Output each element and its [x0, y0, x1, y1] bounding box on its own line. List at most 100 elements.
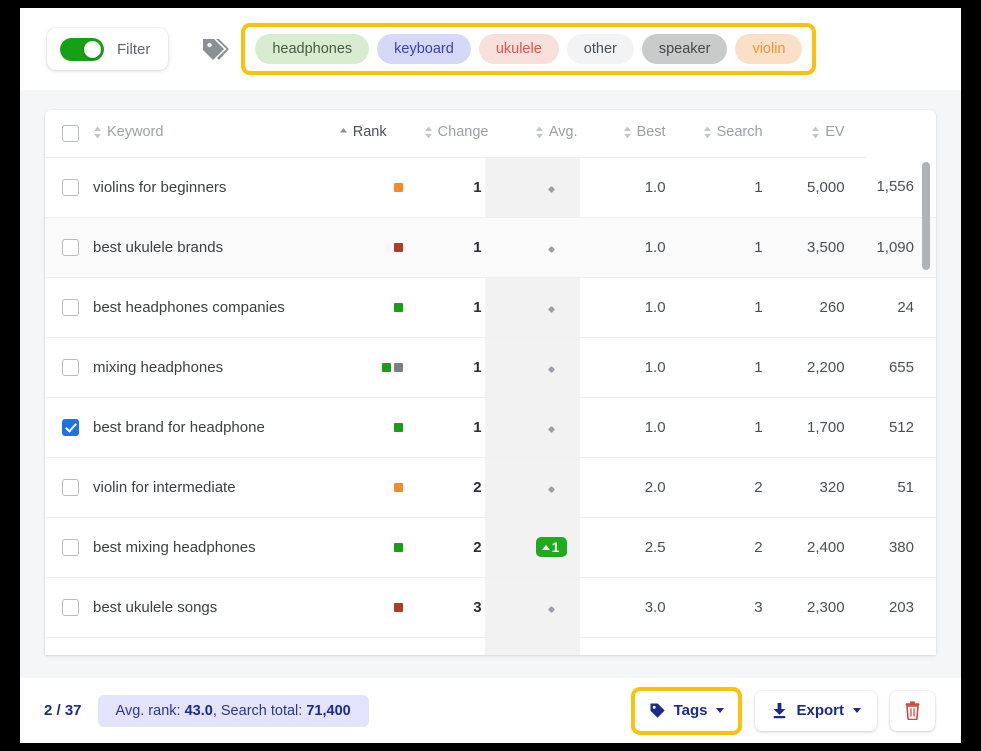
row-best: 2 — [688, 517, 785, 577]
select-all-checkbox[interactable] — [62, 125, 79, 142]
row-checkbox[interactable] — [62, 299, 79, 316]
footer-actions: Tags Export — [631, 687, 935, 735]
row-avg: 1.0 — [600, 157, 688, 217]
row-search: 1,700 — [785, 397, 867, 457]
sort-both-icon — [424, 126, 433, 139]
stats-separator: , — [213, 703, 217, 719]
row-search: 2,300 — [785, 577, 867, 637]
row-select-cell[interactable] — [45, 397, 93, 457]
row-keyword: best ukulele songs — [93, 577, 317, 637]
change-none-dot — [548, 305, 555, 312]
tag-pill-label: keyboard — [394, 41, 454, 57]
tag-pill-speaker[interactable]: speaker — [642, 34, 728, 64]
tag-color-swatch — [394, 483, 403, 492]
row-tag-swatches — [317, 577, 409, 637]
sort-both-icon — [535, 126, 544, 139]
tag-filter-pills: headphones keyboard ukulele other speake… — [241, 23, 816, 75]
header-change[interactable]: Change — [409, 110, 504, 157]
header-select-all[interactable] — [45, 110, 93, 157]
header-avg[interactable]: Avg. — [504, 110, 600, 157]
tag-color-swatch — [394, 543, 403, 552]
table-row[interactable]: best ukulele brands11.013,5001,090 — [45, 217, 936, 277]
header-rank[interactable]: Rank — [317, 110, 409, 157]
row-checkbox[interactable] — [62, 359, 79, 376]
row-avg: 1.0 — [600, 277, 688, 337]
change-none-dot — [548, 605, 555, 612]
tag-color-swatch — [382, 363, 391, 372]
row-avg: 3.0 — [600, 577, 688, 637]
tag-color-swatch — [394, 303, 403, 312]
tag-pill-label: violin — [752, 41, 785, 57]
tag-pill-other[interactable]: other — [567, 34, 634, 64]
row-checkbox[interactable] — [62, 419, 79, 436]
change-badge-up: 1 — [536, 537, 568, 557]
row-keyword: best ukulele brands — [93, 217, 317, 277]
row-select-cell[interactable] — [45, 577, 93, 637]
sort-both-icon — [93, 126, 102, 139]
row-keyword: violins for beginners — [93, 157, 317, 217]
row-select-cell[interactable] — [45, 157, 93, 217]
tag-pill-violin[interactable]: violin — [735, 34, 802, 64]
row-avg: 1.0 — [600, 337, 688, 397]
tag-pill-headphones[interactable]: headphones — [255, 34, 369, 64]
row-checkbox[interactable] — [62, 179, 79, 196]
scrollbar-thumb[interactable] — [922, 162, 930, 270]
row-change — [504, 577, 600, 637]
table-row[interactable]: violin for intermediate22.0232051 — [45, 457, 936, 517]
row-keyword: mixing headphones — [93, 337, 317, 397]
tag-pill-ukulele[interactable]: ukulele — [479, 34, 559, 64]
header-keyword-label: Keyword — [107, 124, 163, 140]
tags-icon — [201, 36, 231, 62]
row-select-cell[interactable] — [45, 457, 93, 517]
tag-color-swatch — [394, 603, 403, 612]
tag-pill-label: other — [584, 41, 617, 57]
row-best: 1 — [688, 337, 785, 397]
table-row[interactable]: best headphones companies11.0126024 — [45, 277, 936, 337]
sort-both-icon — [623, 126, 632, 139]
tag-pill-keyboard[interactable]: keyboard — [377, 34, 471, 64]
filter-toggle[interactable] — [60, 38, 104, 61]
avg-rank-label: Avg. rank: — [116, 703, 181, 719]
avg-rank-value: 43.0 — [185, 703, 213, 719]
row-checkbox[interactable] — [62, 479, 79, 496]
header-search[interactable]: Search — [688, 110, 785, 157]
keyword-table: Keyword Rank Change — [45, 110, 936, 638]
selection-count: 2 / 37 — [44, 702, 82, 719]
row-rank: 2 — [409, 517, 504, 577]
row-best: 1 — [688, 157, 785, 217]
table-header: Keyword Rank Change — [45, 110, 936, 157]
row-checkbox[interactable] — [62, 599, 79, 616]
row-change: 1 — [504, 517, 600, 577]
tag-color-swatch — [394, 243, 403, 252]
table-row[interactable]: mixing headphones11.012,200655 — [45, 337, 936, 397]
table-scrollbar[interactable] — [922, 162, 930, 652]
header-change-label: Change — [438, 124, 489, 140]
tags-button-label: Tags — [674, 702, 708, 719]
export-button[interactable]: Export — [755, 691, 877, 731]
filter-control[interactable]: Filter — [47, 28, 168, 70]
table-row[interactable]: best ukulele songs33.032,300203 — [45, 577, 936, 637]
delete-button[interactable] — [890, 691, 935, 731]
row-avg: 1.0 — [600, 397, 688, 457]
row-select-cell[interactable] — [45, 517, 93, 577]
tag-pill-label: ukulele — [496, 41, 542, 57]
stats-chip: Avg. rank: 43.0, Search total: 71,400 — [98, 695, 369, 727]
row-tag-swatches — [317, 217, 409, 277]
table-row[interactable]: best brand for headphone11.011,700512 — [45, 397, 936, 457]
row-tag-swatches — [317, 277, 409, 337]
header-ev[interactable]: EV — [785, 110, 867, 157]
row-avg: 2.0 — [600, 457, 688, 517]
row-select-cell[interactable] — [45, 217, 93, 277]
table-row[interactable]: violins for beginners11.015,0001,556 — [45, 157, 936, 217]
header-best[interactable]: Best — [600, 110, 688, 157]
row-checkbox[interactable] — [62, 539, 79, 556]
row-keyword: best headphones companies — [93, 277, 317, 337]
row-checkbox[interactable] — [62, 239, 79, 256]
row-tag-swatches — [317, 337, 409, 397]
row-select-cell[interactable] — [45, 277, 93, 337]
table-row[interactable]: best mixing headphones212.522,400380 — [45, 517, 936, 577]
tags-button[interactable]: Tags — [631, 687, 743, 735]
main-panel: Keyword Rank Change — [20, 90, 961, 743]
row-select-cell[interactable] — [45, 337, 93, 397]
header-keyword[interactable]: Keyword — [93, 110, 317, 157]
